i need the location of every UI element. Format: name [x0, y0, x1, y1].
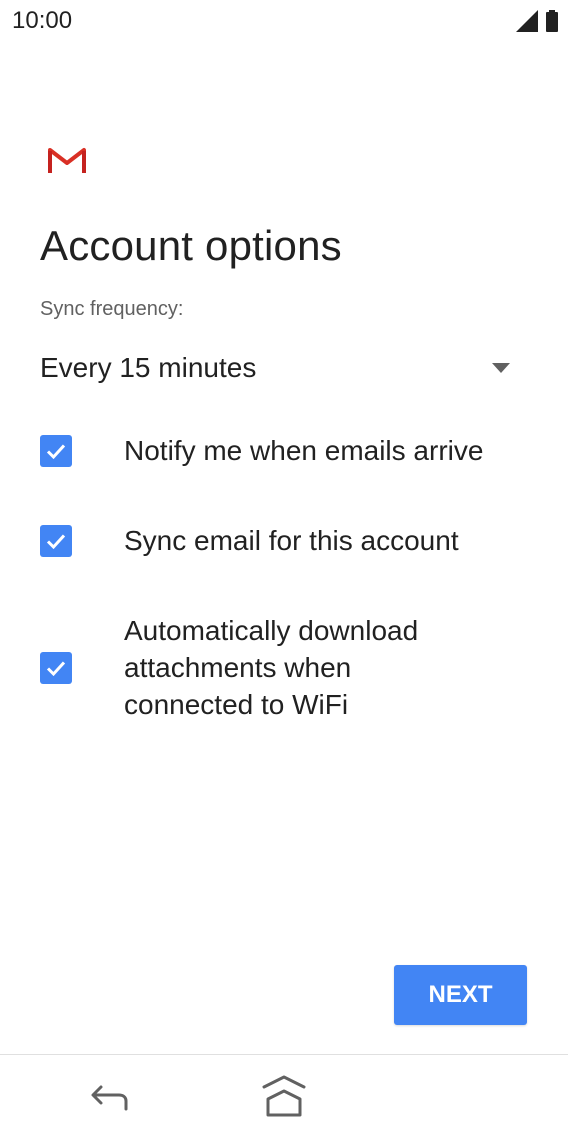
option-sync-row[interactable]: Sync email for this account [40, 522, 540, 559]
option-download-row[interactable]: Automatically download attachments when … [40, 612, 540, 723]
notify-checkbox[interactable] [40, 434, 72, 467]
signal-icon [516, 10, 538, 32]
checkmark-icon [46, 443, 66, 459]
status-icons [516, 10, 558, 32]
notify-label: Notify me when emails arrive [124, 435, 484, 466]
sync-frequency-value: Every 15 minutes [40, 352, 257, 383]
sync-frequency-select[interactable]: Every 15 minutes [40, 342, 520, 394]
next-button[interactable]: NEXT [394, 965, 527, 1025]
status-bar: 10:00 [0, 0, 568, 44]
option-notify-row[interactable]: Notify me when emails arrive [40, 432, 540, 469]
checkmark-icon [46, 533, 66, 549]
gmail-icon [48, 147, 86, 174]
download-label: Automatically download attachments when … [124, 615, 419, 720]
navigation-bar [0, 1054, 568, 1136]
page-title: Account options [40, 222, 342, 269]
dropdown-arrow-icon [492, 363, 510, 373]
sync-checkbox[interactable] [40, 524, 72, 557]
download-checkbox[interactable] [40, 651, 72, 684]
home-icon[interactable] [258, 1073, 310, 1121]
screen: 10:00 Account options Sync frequency: Ev… [0, 0, 568, 1136]
back-icon[interactable] [86, 1079, 132, 1119]
battery-icon [546, 10, 558, 32]
sync-frequency-label: Sync frequency: [40, 298, 184, 320]
checkmark-icon [46, 660, 66, 676]
sync-label: Sync email for this account [124, 525, 459, 556]
status-time: 10:00 [12, 7, 73, 34]
